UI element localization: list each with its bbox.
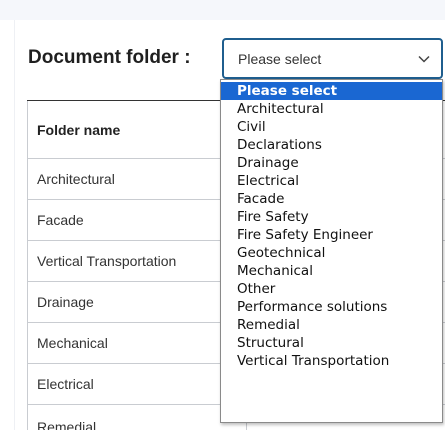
folder-cell: Vertical Transportation	[37, 253, 177, 269]
document-folder-label: Document folder :	[28, 47, 191, 68]
folder-cell: Facade	[37, 212, 84, 228]
dropdown-option[interactable]: Mechanical	[221, 262, 442, 280]
dropdown-option[interactable]: Fire Safety	[221, 208, 442, 226]
folder-cell: Drainage	[37, 294, 94, 310]
folder-cell: Mechanical	[37, 335, 108, 351]
dropdown-option[interactable]: Civil	[221, 118, 442, 136]
dropdown-option[interactable]: Geotechnical	[221, 244, 442, 262]
dropdown-option[interactable]: Architectural	[221, 100, 442, 118]
folder-cell: Remedial	[37, 419, 97, 430]
dropdown-option[interactable]: Performance solutions	[221, 298, 442, 316]
dropdown-option[interactable]: Vertical Transportation	[221, 352, 442, 370]
dropdown-option-please-select[interactable]: Please select	[221, 82, 442, 100]
folder-cell: Architectural	[37, 171, 115, 187]
dropdown-option[interactable]: Declarations	[221, 136, 442, 154]
dropdown-option[interactable]: Facade	[221, 190, 442, 208]
document-folder-select[interactable]: Please select	[222, 38, 443, 79]
folder-cell: Electrical	[37, 376, 94, 392]
chevron-down-icon	[418, 55, 430, 63]
dropdown-option[interactable]: Structural	[221, 334, 442, 352]
column-header-folder-name: Folder name	[37, 122, 121, 138]
dropdown-option[interactable]: Drainage	[221, 154, 442, 172]
dropdown-option[interactable]: Fire Safety Engineer	[221, 226, 442, 244]
dropdown-option[interactable]: Other	[221, 280, 442, 298]
page-top-band	[0, 0, 445, 20]
dropdown-option[interactable]: Electrical	[221, 172, 442, 190]
document-folder-dropdown-list: Please select Architectural Civil Declar…	[220, 79, 443, 423]
select-current-value: Please select	[238, 51, 322, 67]
dropdown-option[interactable]: Remedial	[221, 316, 442, 334]
